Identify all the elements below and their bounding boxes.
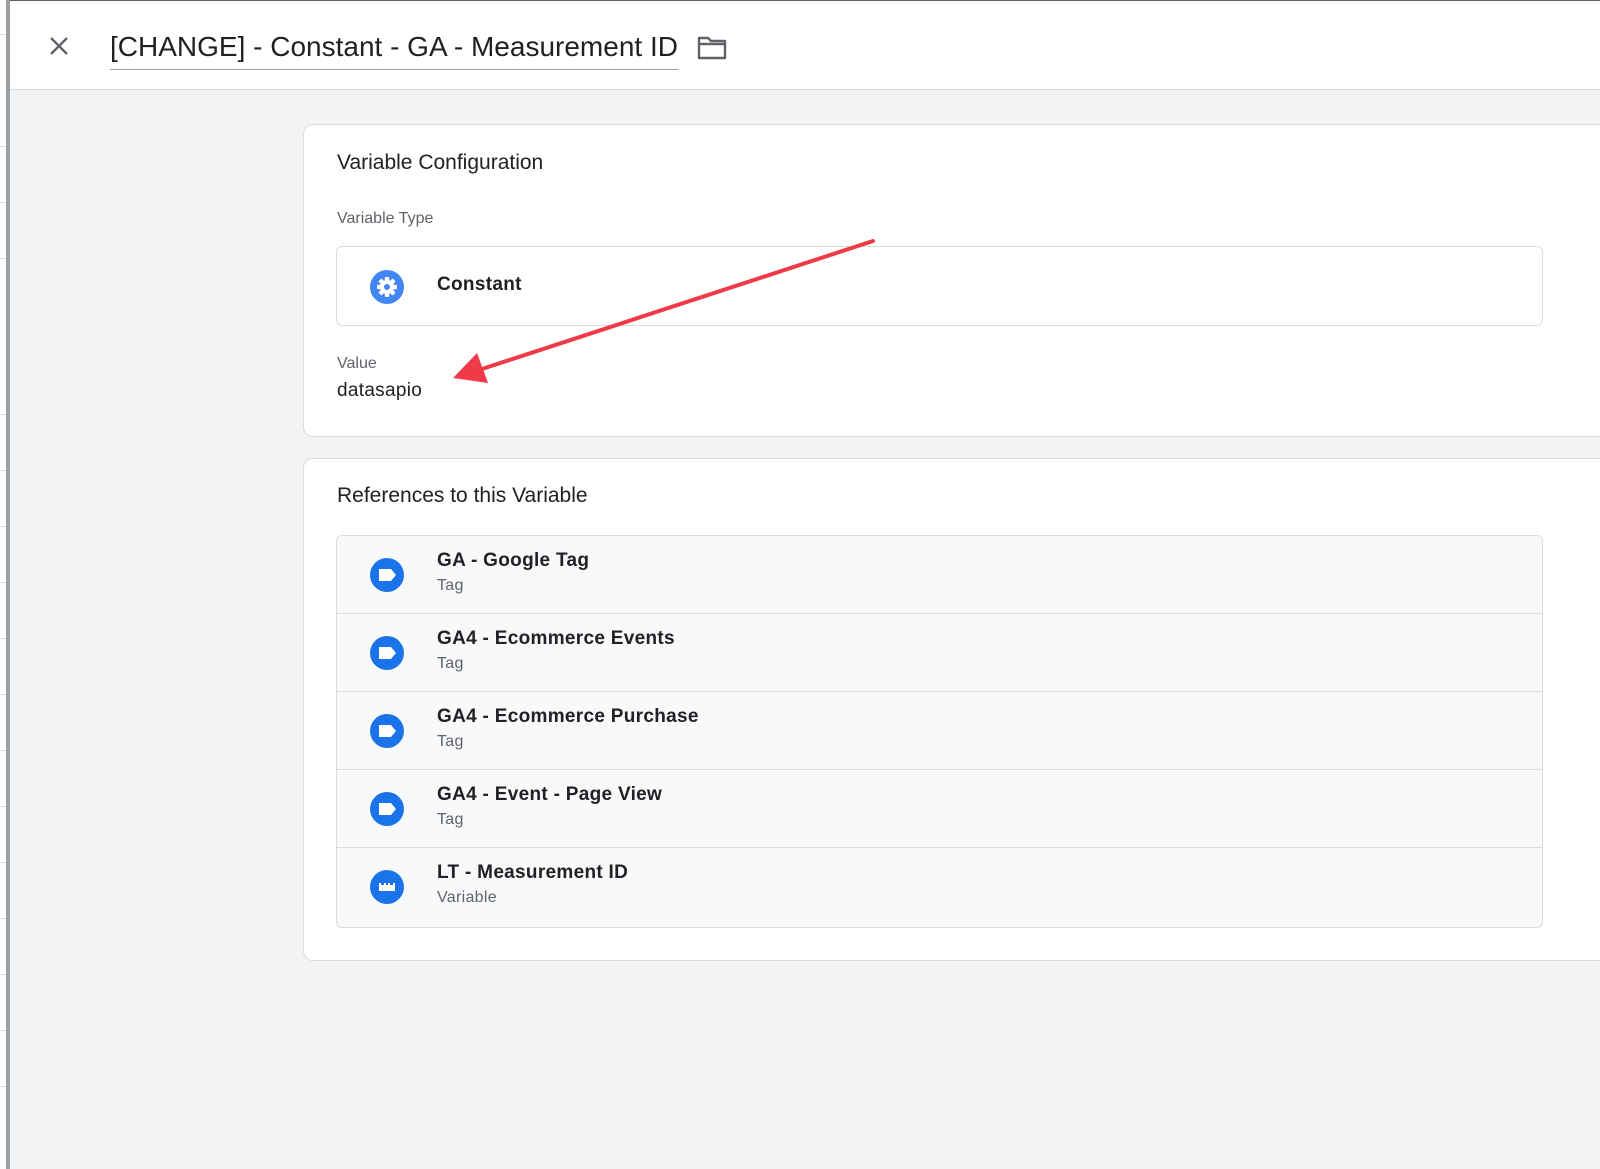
card-title: Variable Configuration bbox=[337, 151, 544, 174]
gear-icon bbox=[370, 270, 404, 304]
reference-item[interactable]: GA4 - Ecommerce Purchase Tag bbox=[337, 692, 1542, 770]
variable-name-field[interactable]: [CHANGE] - Constant - GA - Measurement I… bbox=[110, 29, 678, 70]
background-page-edge bbox=[0, 0, 10, 1169]
reference-name: GA4 - Event - Page View bbox=[437, 784, 663, 805]
card-title: References to this Variable bbox=[337, 484, 588, 507]
reference-type: Tag bbox=[437, 733, 464, 750]
reference-name: GA4 - Ecommerce Events bbox=[437, 628, 675, 649]
reference-type: Variable bbox=[437, 889, 497, 906]
variable-icon bbox=[370, 870, 404, 904]
tag-icon bbox=[370, 558, 404, 592]
close-button[interactable] bbox=[40, 27, 78, 65]
reference-name: LT - Measurement ID bbox=[437, 862, 629, 883]
folder-icon bbox=[697, 36, 727, 60]
variable-type-label: Variable Type bbox=[337, 210, 434, 227]
reference-type: Tag bbox=[437, 577, 464, 594]
variable-type-selector[interactable]: Constant bbox=[336, 246, 1543, 326]
reference-type: Tag bbox=[437, 655, 464, 672]
tag-icon bbox=[370, 636, 404, 670]
reference-type: Tag bbox=[437, 811, 464, 828]
reference-item[interactable]: LT - Measurement ID Variable bbox=[337, 848, 1542, 926]
reference-item[interactable]: GA4 - Event - Page View Tag bbox=[337, 770, 1542, 848]
variable-editor-panel: [CHANGE] - Constant - GA - Measurement I… bbox=[10, 0, 1600, 1169]
editor-header: [CHANGE] - Constant - GA - Measurement I… bbox=[10, 0, 1600, 90]
reference-name: GA4 - Ecommerce Purchase bbox=[437, 706, 699, 727]
value-label: Value bbox=[337, 355, 377, 372]
reference-item[interactable]: GA - Google Tag Tag bbox=[337, 536, 1542, 614]
references-list: GA - Google Tag Tag GA4 - Ecommerce Even… bbox=[336, 535, 1543, 928]
tag-icon bbox=[370, 714, 404, 748]
reference-item[interactable]: GA4 - Ecommerce Events Tag bbox=[337, 614, 1542, 692]
reference-name: GA - Google Tag bbox=[437, 550, 590, 571]
variable-configuration-card: Variable Configuration Variable Type Con… bbox=[303, 124, 1600, 437]
value-field[interactable]: datasapio bbox=[337, 380, 422, 402]
tag-icon bbox=[370, 792, 404, 826]
references-card: References to this Variable GA - Google … bbox=[303, 458, 1600, 961]
close-icon bbox=[50, 37, 68, 55]
variable-type-name: Constant bbox=[437, 274, 522, 295]
folder-button[interactable] bbox=[696, 34, 728, 62]
